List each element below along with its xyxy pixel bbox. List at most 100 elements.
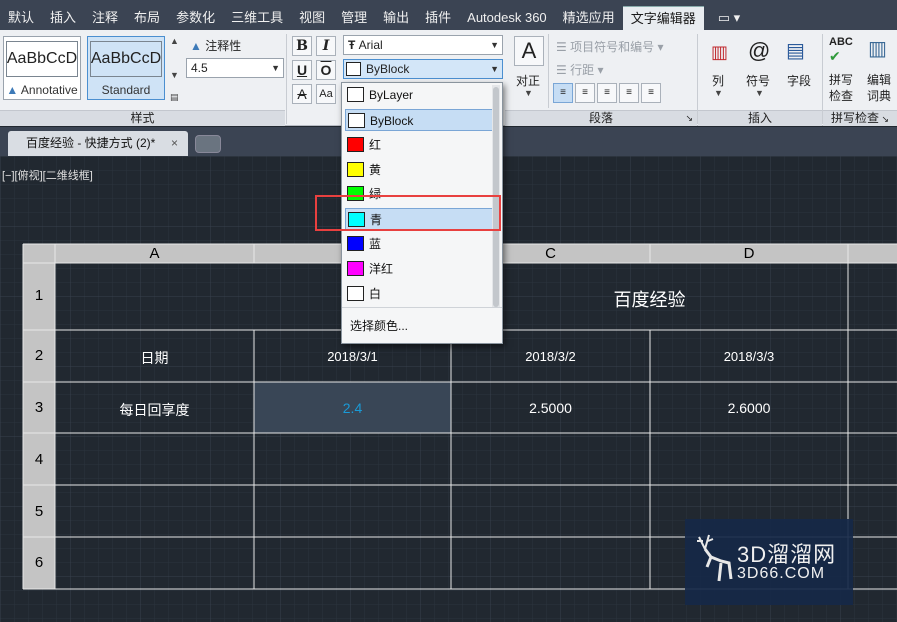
red-swatch [347, 137, 364, 152]
overline-button[interactable]: O [316, 60, 336, 80]
style-expand-icon[interactable]: ▤ [170, 92, 179, 103]
tab-autodesk-360[interactable]: Autodesk 360 [459, 6, 555, 30]
tab-manage[interactable]: 管理 [333, 6, 375, 30]
tab-annotate[interactable]: 注释 [84, 6, 126, 30]
color-option-bylayer[interactable]: ByLayer [345, 84, 493, 106]
tab-plugins[interactable]: 插件 [417, 6, 459, 30]
symbol-label[interactable]: 符号 [746, 72, 770, 89]
styles-panel-footer: 样式 [0, 110, 285, 126]
spell-check-icon[interactable]: ABC ✔ [829, 36, 853, 65]
tab-default[interactable]: 默认 [0, 6, 42, 30]
panel-divider [286, 34, 287, 124]
tab-parametric[interactable]: 参数化 [168, 6, 223, 30]
color-combo[interactable]: ByBlock ▼ [343, 59, 503, 79]
row-header-3[interactable]: 3 [23, 399, 55, 416]
spell-check-button[interactable]: 拼写 检查 [829, 72, 853, 104]
close-icon[interactable]: × [171, 131, 178, 156]
viewport-controls[interactable]: [−][俯视][二维线框] [2, 167, 93, 183]
underline-button[interactable]: U [292, 60, 312, 80]
align-justify-icon[interactable]: ≡ [619, 83, 639, 103]
strikethrough-button[interactable]: A [292, 84, 312, 104]
ribbon-tab-bar: 默认 插入 注释 布局 参数化 三维工具 视图 管理 输出 插件 Autodes… [0, 6, 897, 30]
font-combo[interactable]: Ŧ Arial ▼ [343, 35, 503, 55]
chevron-down-icon: ▼ [490, 64, 499, 74]
field-icon[interactable]: ▤ [786, 38, 805, 63]
table-title[interactable]: 百度经验 [451, 286, 848, 312]
chevron-down-icon: ▼ [490, 40, 499, 50]
text-height-value: 4.5 [191, 61, 208, 75]
truetype-font-icon: Ŧ [348, 38, 359, 52]
chevron-down-icon: ▾ [654, 40, 664, 54]
align-right-icon[interactable]: ≡ [597, 83, 617, 103]
row-header-band [23, 263, 55, 589]
tab-output[interactable]: 输出 [375, 6, 417, 30]
justify-label[interactable]: 对正 [516, 72, 540, 89]
annotative-toggle-label: 注释性 [205, 39, 242, 53]
panel-divider [548, 34, 549, 108]
tab-3d-tools[interactable]: 三维工具 [223, 6, 291, 30]
bullets-button[interactable]: ☰ 项目符号和编号 ▾ [556, 38, 663, 55]
select-color-option[interactable]: 选择颜色... [342, 307, 502, 343]
new-tab-button[interactable] [195, 135, 221, 153]
style-scroll-up-icon[interactable]: ▲ [170, 36, 179, 46]
edit-dictionary-label-2: 词典 [867, 89, 892, 103]
color-option-red[interactable]: 红 [345, 134, 493, 156]
justify-icon[interactable]: A [514, 36, 544, 66]
annotative-toggle[interactable]: ▲ 注释性 [190, 37, 241, 54]
color-option-blue[interactable]: 蓝 [345, 233, 493, 255]
tab-text-editor[interactable]: 文字编辑器 [622, 6, 704, 30]
row-header-2[interactable]: 2 [23, 347, 55, 364]
change-case-button[interactable]: Aa [316, 84, 336, 104]
line-spacing-button[interactable]: ☰ 行距 ▾ [556, 61, 603, 78]
column-header-a[interactable]: A [55, 245, 254, 262]
edit-dictionary-button[interactable]: 编辑 词典 [867, 72, 891, 104]
table-cell-a3[interactable]: 每日回享度 [55, 400, 254, 420]
symbol-icon[interactable]: @ [748, 38, 770, 64]
color-option-label: ByLayer [369, 88, 414, 102]
table-cell-d3[interactable]: 2.6000 [650, 400, 848, 416]
style-scroll-down-icon[interactable]: ▼ [170, 70, 179, 80]
tab-featured-apps[interactable]: 精选应用 [555, 6, 623, 30]
document-tab[interactable]: 百度经验 - 快捷方式 (2)* × [8, 131, 188, 156]
color-option-white[interactable]: 白 [345, 283, 493, 305]
table-cell-d2[interactable]: 2018/3/3 [650, 349, 848, 364]
table-cell-c2[interactable]: 2018/3/2 [451, 349, 650, 364]
field-label[interactable]: 字段 [787, 72, 811, 89]
tab-view[interactable]: 视图 [291, 6, 333, 30]
table-cell-a2[interactable]: 日期 [55, 348, 254, 368]
align-left-icon[interactable]: ≡ [553, 83, 573, 103]
tab-layout[interactable]: 布局 [126, 6, 168, 30]
column-header-d[interactable]: D [650, 245, 848, 262]
align-distribute-icon[interactable]: ≡ [641, 83, 661, 103]
table-cell-b3[interactable]: 2.4 [254, 400, 451, 416]
annotative-icon: ▲ [6, 83, 21, 97]
panel-expand-icon[interactable]: ↘ [685, 111, 693, 126]
row-header-5[interactable]: 5 [23, 503, 55, 520]
color-option-label: 红 [369, 138, 382, 152]
row-header-4[interactable]: 4 [23, 451, 55, 468]
autocad-window: 默认 插入 注释 布局 参数化 三维工具 视图 管理 输出 插件 Autodes… [0, 0, 897, 622]
text-height-combo[interactable]: 4.5 ▼ [186, 58, 284, 78]
color-option-label: 黄 [369, 163, 382, 177]
color-option-yellow[interactable]: 黄 [345, 159, 493, 181]
italic-button[interactable]: I [316, 36, 336, 56]
ribbon-options-icon[interactable]: ▭ ▾ [704, 6, 754, 30]
edit-dictionary-icon[interactable]: ▥ [868, 36, 887, 61]
standard-style-swatch[interactable]: AaBbCcD Standard [87, 36, 165, 100]
columns-label[interactable]: 列 [712, 72, 724, 89]
align-center-icon[interactable]: ≡ [575, 83, 595, 103]
tab-insert[interactable]: 插入 [42, 6, 84, 30]
standard-sample: AaBbCcD [90, 41, 162, 77]
spell-check-label-1: 拼写 [829, 73, 854, 87]
annotative-style-swatch[interactable]: AaBbCcD ▲ Annotative [3, 36, 81, 100]
color-option-magenta[interactable]: 洋红 [345, 258, 493, 280]
table-cell-c3[interactable]: 2.5000 [451, 400, 650, 416]
color-option-label: ByBlock [370, 114, 414, 128]
color-option-byblock[interactable]: ByBlock [345, 109, 493, 131]
panel-expand-icon[interactable]: ↘ [879, 114, 889, 124]
bold-button[interactable]: B [292, 36, 312, 56]
table-cell-b2[interactable]: 2018/3/1 [254, 349, 451, 364]
columns-icon[interactable]: ▥ [711, 42, 728, 63]
row-header-1[interactable]: 1 [23, 287, 55, 304]
row-header-6[interactable]: 6 [23, 554, 55, 571]
